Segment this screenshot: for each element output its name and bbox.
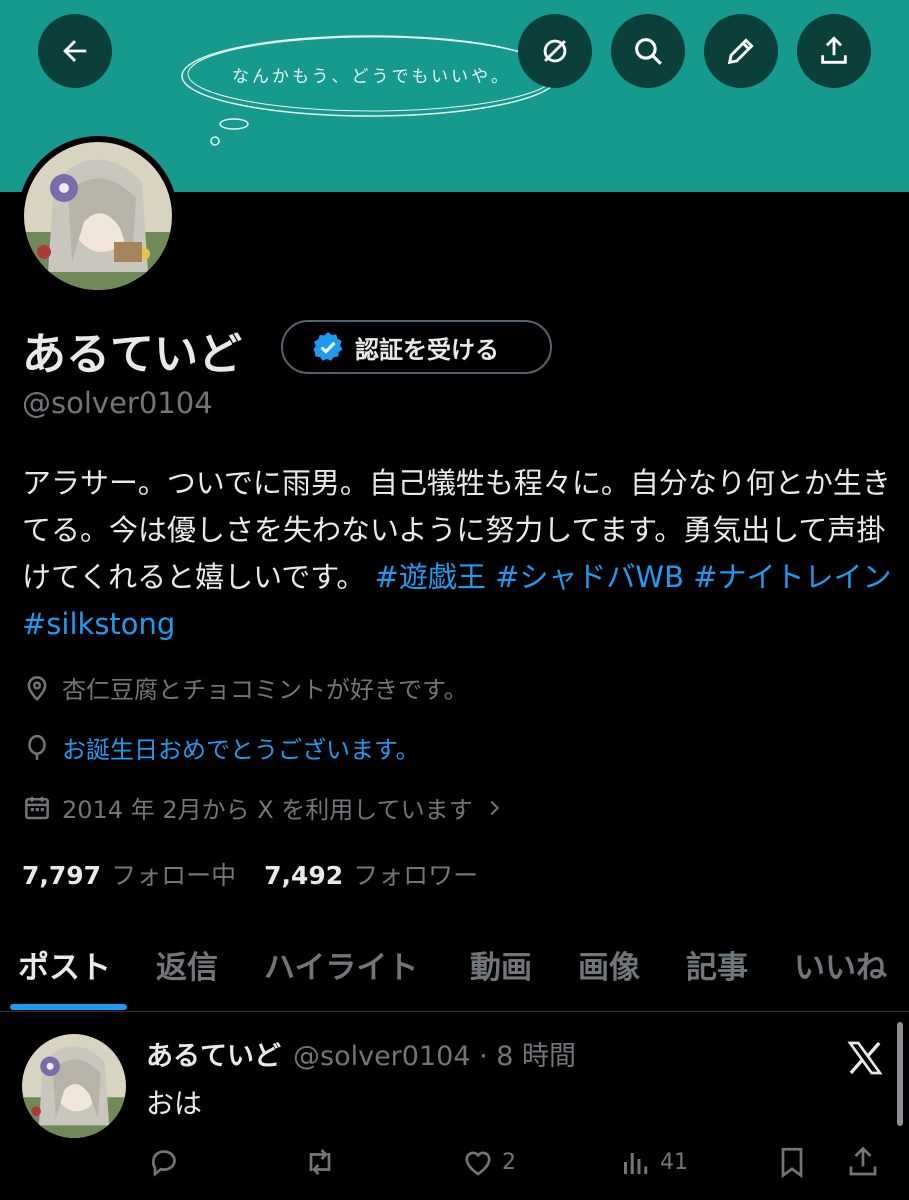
like-count: 2	[502, 1149, 516, 1175]
tab-images[interactable]: 画像	[578, 942, 640, 987]
tab-likes[interactable]: いいね	[794, 942, 887, 987]
share-button[interactable]	[797, 14, 871, 88]
following-count: 7,797	[22, 861, 102, 890]
grok-icon	[543, 39, 567, 63]
post-text: おは	[146, 1087, 203, 1120]
get-verified-label: 認証を受ける	[355, 335, 499, 364]
post-author-avatar[interactable]	[22, 1034, 126, 1138]
followers-count: 7,492	[264, 861, 344, 890]
banner-caption: なんかもう、どうでもいいや。	[232, 67, 511, 87]
profile-bio: アラサー。ついでに雨男。自己犠牲も程々に。自分なり何とか生きてる。今は優しさを失…	[22, 460, 892, 648]
get-verified-button[interactable]: 認証を受ける	[281, 320, 552, 374]
like-button[interactable]: 2	[460, 1144, 516, 1180]
search-button[interactable]	[611, 14, 685, 88]
edit-button[interactable]	[704, 14, 778, 88]
tab-highlights[interactable]: ハイライト	[264, 942, 418, 987]
profile-tabs: ポスト 返信 ハイライト 動画 画像 記事 いいね	[0, 936, 909, 1012]
avatar	[24, 142, 172, 290]
reply-button[interactable]	[146, 1144, 182, 1180]
hashtag-link[interactable]: #シャドバWB	[495, 560, 684, 594]
analytics-icon	[624, 1153, 648, 1174]
tab-replies[interactable]: 返信	[156, 942, 218, 987]
x-logo-icon[interactable]	[845, 1038, 885, 1078]
back-button[interactable]	[38, 14, 112, 88]
hashtag-link[interactable]: #遊戯王	[375, 560, 486, 594]
joined-text: 2014 年 2月から X を利用しています	[62, 796, 473, 824]
profile-location: 杏仁豆腐とチョコミントが好きです。	[22, 670, 468, 705]
balloon-icon	[28, 734, 46, 760]
share-icon	[849, 1146, 877, 1176]
location-pin-icon	[27, 675, 47, 701]
search-icon	[635, 38, 662, 65]
repost-icon	[309, 1149, 331, 1175]
scrollbar[interactable]	[897, 1022, 903, 1126]
bookmark-icon	[781, 1147, 803, 1179]
birthday-text[interactable]: お誕生日おめでとうございます。	[62, 730, 420, 765]
chevron-right-icon	[490, 800, 499, 815]
calendar-icon	[25, 796, 49, 819]
verified-badge-icon	[313, 332, 343, 361]
post-author-name[interactable]: あるていど	[146, 1034, 281, 1073]
following-link[interactable]: 7,797 フォロー中	[22, 856, 236, 892]
profile-display-name: あるていど	[22, 329, 242, 380]
grok-button[interactable]	[518, 14, 592, 88]
tab-posts[interactable]: ポスト	[18, 942, 111, 987]
profile-avatar-frame[interactable]	[18, 136, 178, 296]
bookmark-button[interactable]	[774, 1144, 810, 1180]
profile-joined[interactable]: 2014 年 2月から X を利用しています	[22, 790, 505, 825]
reply-icon	[151, 1150, 176, 1177]
post-author-handle-time[interactable]: @solver0104 · 8 時間	[293, 1034, 576, 1073]
location-text: 杏仁豆腐とチョコミントが好きです。	[62, 676, 468, 704]
view-count: 41	[660, 1149, 688, 1175]
repost-button[interactable]	[302, 1144, 338, 1180]
hashtag-link[interactable]: #ナイトレイン	[693, 560, 891, 594]
profile-handle: @solver0104	[22, 386, 213, 420]
follow-stats: 7,797 フォロー中 7,492 フォロワー	[22, 856, 478, 892]
followers-label: フォロワー	[353, 861, 479, 890]
post-header: あるていど @solver0104 · 8 時間	[146, 1034, 576, 1073]
tab-videos[interactable]: 動画	[470, 942, 532, 987]
share-icon	[821, 36, 847, 64]
hashtag-link[interactable]: #silkstong	[22, 607, 175, 641]
heart-icon	[465, 1151, 491, 1176]
followers-link[interactable]: 7,492 フォロワー	[264, 856, 478, 892]
pencil-icon	[727, 38, 754, 65]
views-button[interactable]: 41	[618, 1144, 688, 1180]
active-tab-indicator	[10, 1004, 127, 1010]
post-share-button[interactable]	[845, 1144, 881, 1180]
following-label: フォロー中	[111, 861, 237, 890]
profile-birthday: お誕生日おめでとうございます。	[22, 730, 420, 765]
arrow-left-icon	[63, 40, 87, 62]
tab-articles[interactable]: 記事	[686, 942, 748, 987]
